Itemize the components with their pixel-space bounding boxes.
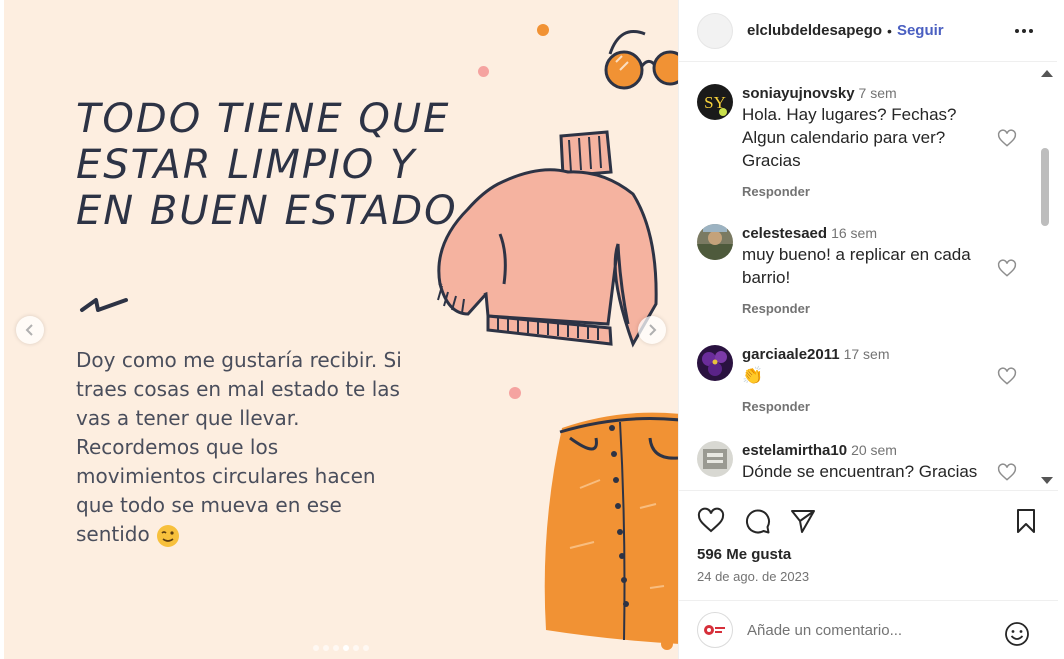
headline-line: ESTAR LIMPIO Y: [76, 142, 417, 188]
photo-avatar: [697, 345, 733, 381]
comment-line: 👏: [742, 366, 764, 385]
decor-dot: [478, 66, 489, 77]
headline-line: EN BUEN ESTADO: [76, 188, 458, 234]
photo-avatar: [697, 441, 733, 477]
comment-line: Algun calendario para ver?: [742, 128, 946, 147]
author-username[interactable]: elclubdeldesapego: [747, 22, 882, 39]
emoji-icon[interactable]: [1004, 621, 1030, 647]
scroll-down-arrow[interactable]: [1041, 477, 1053, 484]
header-separator: •: [887, 22, 892, 39]
comment-body: garciaale2011 17 sem 👏: [742, 345, 992, 387]
chevron-right-icon: [649, 324, 657, 336]
reply-button[interactable]: Responder: [742, 301, 810, 316]
post-header: elclubdeldesapego • Seguir: [679, 0, 1057, 62]
action-buttons-row: [697, 507, 1040, 535]
carousel-dot: [363, 645, 369, 651]
post-body-text: Doy como me gustaría recibir. Si traes c…: [76, 346, 436, 549]
likes-count[interactable]: 596 Me gusta: [697, 546, 791, 563]
more-icon: [1015, 29, 1033, 33]
comment-icon[interactable]: [743, 507, 771, 535]
comment-time[interactable]: 20 sem: [851, 442, 897, 458]
comment-line: barrio!: [742, 268, 791, 287]
commenter-avatar[interactable]: [697, 345, 733, 381]
headline-line: TODO TIENE QUE: [76, 96, 451, 142]
body-line: Recordemos que los: [76, 435, 279, 459]
heart-icon[interactable]: [997, 259, 1017, 279]
carousel-dot: [353, 645, 359, 651]
carousel-dot: [343, 645, 349, 651]
comment-line: Dónde se encuentran? Gracias: [742, 462, 978, 481]
comment-body: celestesaed 16 sem muy bueno! a replicar …: [742, 224, 992, 289]
author-avatar[interactable]: [697, 12, 733, 49]
carousel-dot: [323, 645, 329, 651]
commenter-avatar[interactable]: [697, 441, 733, 477]
comment-body: estelamirtha10 20 sem Dónde se encuentran…: [742, 441, 992, 483]
body-line: que todo se mueva en ese: [76, 493, 342, 517]
comments-list: SY soniayujnovsky 7 sem Hola. Hay lugares…: [679, 62, 1058, 490]
body-line: sentido: [76, 522, 150, 546]
carousel-prev-button[interactable]: [16, 316, 44, 344]
bookmark-icon[interactable]: [1012, 507, 1040, 535]
comment-text: muy bueno! a replicar en cada barrio!: [742, 243, 992, 289]
body-line: movimientos circulares hacen: [76, 464, 376, 488]
post-side-panel: elclubdeldesapego • Seguir SY soniayujno…: [678, 0, 1058, 659]
comment-username[interactable]: soniayujnovsky: [742, 85, 855, 102]
commenter-avatar[interactable]: SY: [697, 84, 733, 120]
comment-username[interactable]: garciaale2011: [742, 346, 840, 363]
comment-username[interactable]: celestesaed: [742, 225, 827, 242]
comment-line: Gracias: [742, 151, 801, 170]
carousel-next-button[interactable]: [638, 316, 666, 344]
comment-time[interactable]: 7 sem: [859, 85, 897, 101]
comment-text: 👏: [742, 364, 992, 387]
comment-line: muy bueno! a replicar en cada: [742, 245, 971, 264]
sunglasses-illustration: [604, 30, 678, 90]
comment-text: Hola. Hay lugares? Fechas? Algun calenda…: [742, 103, 992, 172]
post-actions: 596 Me gusta 24 de ago. de 2023: [679, 490, 1058, 600]
current-user-avatar: [697, 612, 733, 648]
add-comment-input[interactable]: [747, 621, 997, 639]
decor-dot: [509, 387, 521, 399]
reply-button[interactable]: Responder: [742, 184, 810, 199]
wink-emoji-icon: [156, 524, 179, 547]
scroll-up-arrow[interactable]: [1041, 70, 1053, 77]
comment-time[interactable]: 17 sem: [844, 346, 890, 362]
sy-logo-avatar: SY: [697, 84, 733, 120]
post-date[interactable]: 24 de ago. de 2023: [697, 569, 809, 584]
squiggle-divider: [80, 298, 128, 312]
comment-body: soniayujnovsky 7 sem Hola. Hay lugares? F…: [742, 84, 992, 172]
comment-text: Dónde se encuentran? Gracias: [742, 460, 992, 483]
decor-dot: [537, 24, 549, 36]
body-line: Doy como me gustaría recibir. Si: [76, 348, 402, 372]
chevron-left-icon: [25, 324, 33, 336]
carousel-dot: [313, 645, 319, 651]
comment-line: Hola. Hay lugares? Fechas?: [742, 105, 957, 124]
comment-username[interactable]: estelamirtha10: [742, 442, 847, 459]
add-comment-bar: [679, 600, 1058, 659]
carousel-dot: [333, 645, 339, 651]
commenter-avatar[interactable]: [697, 224, 733, 260]
photo-avatar: [697, 224, 733, 260]
body-line: traes cosas en mal estado te las: [76, 377, 400, 401]
skirt-illustration: [544, 412, 678, 644]
body-line: vas a tener que llevar.: [76, 406, 300, 430]
post-image: TODO TIENE QUE ESTAR LIMPIO Y EN BUEN ES…: [4, 0, 678, 659]
heart-icon[interactable]: [997, 463, 1017, 483]
scroll-thumb[interactable]: [1041, 148, 1049, 226]
comments-scrollbar[interactable]: [1038, 68, 1053, 486]
heart-icon[interactable]: [697, 507, 725, 535]
post-headline: TODO TIENE QUE ESTAR LIMPIO Y EN BUEN ES…: [76, 96, 476, 234]
user-logo-icon: [704, 625, 725, 635]
follow-button[interactable]: Seguir: [897, 22, 944, 39]
reply-button[interactable]: Responder: [742, 399, 810, 414]
more-options-button[interactable]: [1011, 18, 1037, 44]
heart-icon[interactable]: [997, 129, 1017, 149]
comment-time[interactable]: 16 sem: [831, 225, 877, 241]
body-line-last: sentido: [76, 520, 436, 549]
heart-icon[interactable]: [997, 367, 1017, 387]
share-icon[interactable]: [789, 507, 817, 535]
carousel-dots: [4, 645, 678, 651]
